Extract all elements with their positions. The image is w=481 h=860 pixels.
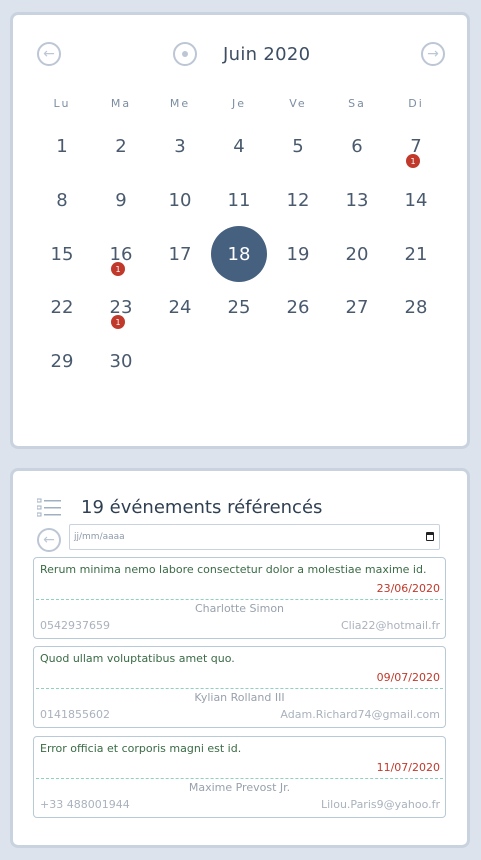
day-cell[interactable]: 4	[211, 118, 267, 174]
event-phone: 0141855602	[40, 708, 110, 721]
day-cell[interactable]: 28	[388, 279, 444, 335]
divider	[36, 778, 443, 779]
dot-circle-icon	[182, 51, 188, 57]
day-cell[interactable]: 8	[34, 172, 90, 228]
next-month-button[interactable]: →	[421, 42, 445, 66]
event-contact-name: Maxime Prevost Jr.	[188, 781, 291, 794]
day-cell[interactable]: 20	[329, 226, 385, 282]
month-title: Juin 2020	[223, 44, 311, 65]
weekday-label: Ve	[289, 97, 307, 110]
day-cell[interactable]: 10	[152, 172, 208, 228]
day-cell[interactable]: 11	[211, 172, 267, 228]
list-icon	[37, 498, 61, 517]
weekday-label: Ma	[110, 97, 132, 110]
event-card[interactable]: Error officia et corporis magni est id. 1…	[33, 736, 446, 818]
event-phone: +33 488001944	[40, 798, 130, 811]
day-cell[interactable]: 25	[211, 279, 267, 335]
date-placeholder: jj/mm/aaaa	[74, 532, 125, 542]
day-cell-today[interactable]: 18	[211, 226, 267, 282]
day-cell[interactable]: 27	[329, 279, 385, 335]
arrow-right-circle-icon: →	[427, 46, 439, 62]
day-cell[interactable]: 22	[34, 279, 90, 335]
back-button[interactable]: ←	[37, 528, 61, 552]
day-cell[interactable]: 19	[270, 226, 326, 282]
arrow-left-circle-icon: ←	[43, 46, 55, 62]
day-cell[interactable]: 14	[388, 172, 444, 228]
event-card[interactable]: Rerum minima nemo labore consectetur dol…	[33, 557, 446, 639]
event-title: Quod ullam voluptatibus amet quo.	[40, 652, 235, 665]
events-count-title: 19 événements référencés	[81, 497, 323, 518]
day-cell[interactable]: 3	[152, 118, 208, 174]
weekday-label: Lu	[53, 97, 71, 110]
divider	[36, 688, 443, 689]
event-date: 23/06/2020	[376, 582, 440, 595]
event-card[interactable]: Quod ullam voluptatibus amet quo. 09/07/2…	[33, 646, 446, 728]
day-cell[interactable]: 13	[329, 172, 385, 228]
event-phone: 0542937659	[40, 619, 110, 632]
calendar-panel: ← Juin 2020 → Lu Ma Me Je Ve Sa Di 12345671891…	[10, 12, 470, 449]
date-filter-input[interactable]: jj/mm/aaaa	[69, 524, 440, 550]
prev-month-button[interactable]: ←	[37, 42, 61, 66]
day-cell[interactable]: 9	[93, 172, 149, 228]
day-cell[interactable]: 21	[388, 226, 444, 282]
events-panel: 19 événements référencés ← jj/mm/aaaa Re…	[10, 468, 470, 848]
today-button[interactable]	[173, 42, 197, 66]
divider	[36, 599, 443, 600]
event-date: 11/07/2020	[376, 761, 440, 774]
day-cell[interactable]: 15	[34, 226, 90, 282]
arrow-left-circle-icon: ←	[43, 532, 55, 548]
day-cell[interactable]: 12	[270, 172, 326, 228]
day-cell[interactable]: 17	[152, 226, 208, 282]
weekday-label: Me	[169, 97, 191, 110]
event-contact-name: Kylian Rolland III	[194, 691, 285, 704]
event-count-badge: 1	[111, 262, 125, 276]
weekday-label: Di	[408, 97, 424, 110]
event-email: Lilou.Paris9@yahoo.fr	[320, 798, 440, 811]
event-date: 09/07/2020	[376, 671, 440, 684]
day-cell[interactable]: 24	[152, 279, 208, 335]
day-cell[interactable]: 5	[270, 118, 326, 174]
weekday-label: Sa	[348, 97, 366, 110]
day-cell[interactable]: 2	[93, 118, 149, 174]
event-contact-name: Charlotte Simon	[194, 602, 285, 615]
day-cell[interactable]: 26	[270, 279, 326, 335]
weekday-label: Je	[231, 97, 246, 110]
calendar-icon[interactable]	[426, 532, 434, 541]
event-email: Clia22@hotmail.fr	[340, 619, 440, 632]
day-cell[interactable]: 1	[34, 118, 90, 174]
event-title: Error officia et corporis magni est id.	[40, 742, 242, 755]
event-email: Adam.Richard74@gmail.com	[280, 708, 440, 721]
event-title: Rerum minima nemo labore consectetur dol…	[40, 563, 427, 576]
event-count-badge: 1	[406, 154, 420, 168]
day-cell[interactable]: 6	[329, 118, 385, 174]
event-count-badge: 1	[111, 315, 125, 329]
day-cell[interactable]: 30	[93, 333, 149, 389]
day-cell[interactable]: 29	[34, 333, 90, 389]
